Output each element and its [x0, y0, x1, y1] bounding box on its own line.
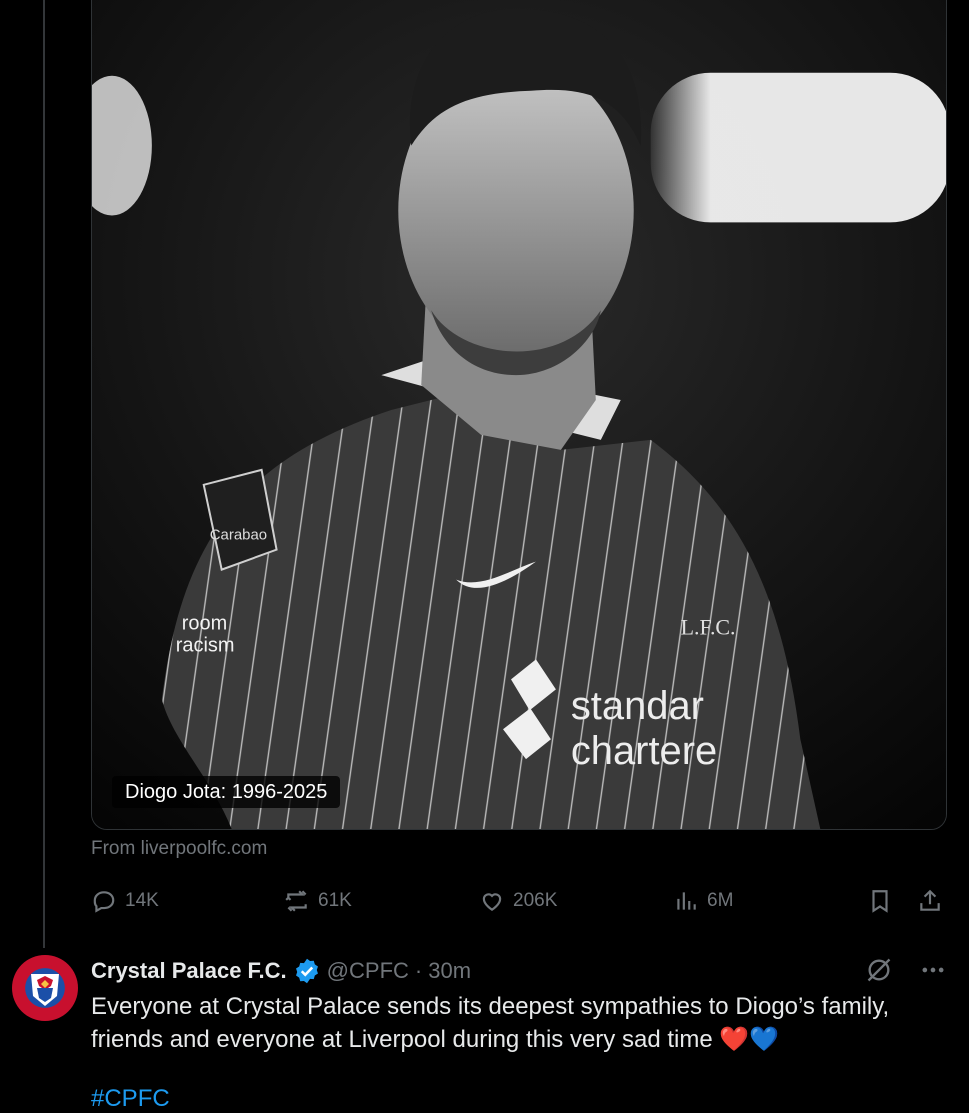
meta-separator: ·: [414, 958, 423, 983]
post-timestamp[interactable]: 30m: [428, 958, 471, 984]
post-action-bar: 14K 61K 206K 6M: [91, 884, 949, 918]
thread-connector-line: [43, 0, 45, 948]
reply-icon: [93, 891, 115, 913]
svg-text:room: room: [182, 612, 227, 634]
reply-count: 14K: [125, 890, 159, 911]
reply-post-text: Everyone at Crystal Palace sends its dee…: [91, 993, 890, 1053]
verified-badge-icon: [295, 958, 318, 984]
grok-icon[interactable]: [865, 956, 893, 984]
views-count: 6M: [707, 890, 734, 911]
post-media-image[interactable]: standar chartere L.F.C. Carabao room rac…: [91, 0, 947, 830]
svg-text:L.F.C.: L.F.C.: [681, 614, 736, 639]
bookmark-button[interactable]: [867, 884, 893, 918]
reply-post-header: Crystal Palace F.C. @CPFC · 30m: [91, 956, 471, 986]
views-icon: [677, 892, 696, 910]
svg-text:chartere: chartere: [571, 729, 717, 773]
views-button[interactable]: 6M: [673, 884, 733, 918]
eagle-crest-icon: [31, 974, 59, 1006]
share-icon: [920, 889, 940, 911]
repost-count: 61K: [318, 890, 352, 911]
repost-button[interactable]: 61K: [284, 884, 352, 918]
like-count: 206K: [513, 890, 558, 911]
hashtag-link[interactable]: #CPFC: [91, 1085, 170, 1113]
share-button[interactable]: [917, 884, 943, 918]
author-name[interactable]: Crystal Palace F.C.: [91, 958, 287, 984]
bookmark-icon: [872, 890, 888, 913]
link-source-label[interactable]: From liverpoolfc.com: [91, 838, 267, 860]
reply-button[interactable]: 14K: [91, 884, 159, 918]
image-alt-caption: Diogo Jota: 1996-2025: [112, 776, 341, 808]
svg-text:standar: standar: [571, 684, 704, 728]
like-button[interactable]: 206K: [479, 884, 557, 918]
like-icon: [482, 893, 502, 911]
svg-text:Carabao: Carabao: [210, 527, 267, 544]
reply-post-top-actions: [865, 954, 947, 986]
svg-text:racism: racism: [176, 634, 235, 656]
author-handle[interactable]: @CPFC: [327, 958, 409, 984]
repost-icon: [285, 890, 307, 912]
more-icon[interactable]: [919, 956, 947, 984]
crystal-palace-avatar[interactable]: [12, 955, 78, 1021]
